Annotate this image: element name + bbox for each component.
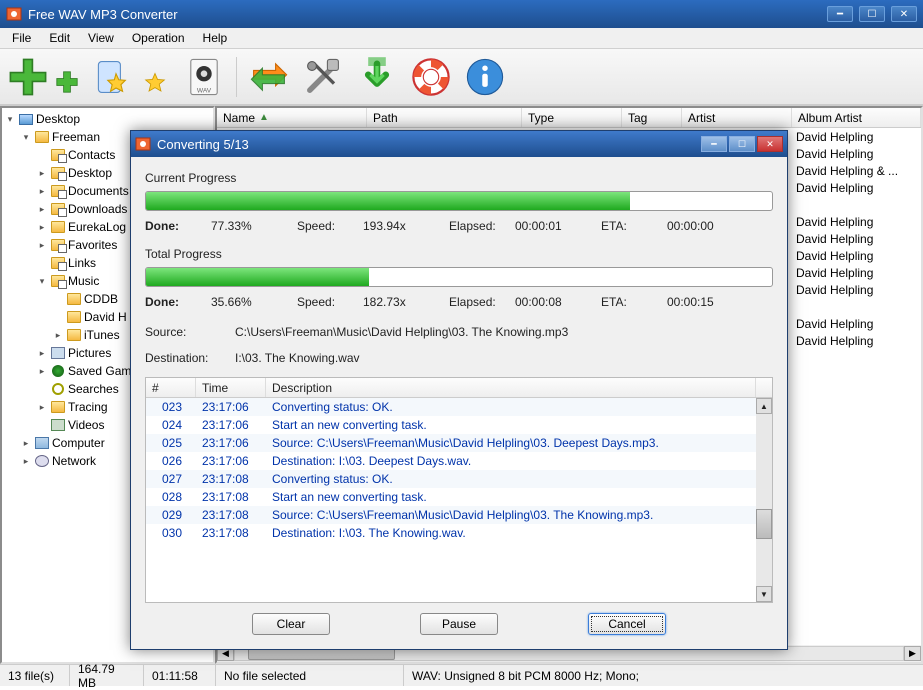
status-selection: No file selected	[216, 665, 404, 686]
tree-label: Freeman	[52, 130, 100, 144]
status-filecount: 13 file(s)	[0, 665, 70, 686]
app-title: Free WAV MP3 Converter	[28, 7, 827, 22]
source-value: C:\Users\Freeman\Music\David Helpling\03…	[235, 325, 773, 339]
col-name[interactable]: Name▲	[217, 108, 367, 127]
main-titlebar: Free WAV MP3 Converter ━ ☐ ✕	[0, 0, 923, 28]
scroll-down-icon[interactable]: ▼	[756, 586, 772, 602]
download-icon[interactable]	[355, 55, 399, 99]
value-speed: 193.94x	[363, 219, 443, 233]
cancel-button[interactable]: Cancel	[588, 613, 666, 635]
log-col-desc[interactable]: Description	[266, 378, 756, 397]
pause-button[interactable]: Pause	[420, 613, 498, 635]
menu-help[interactable]: Help	[195, 29, 236, 47]
total-progress-label: Total Progress	[145, 247, 773, 261]
converting-dialog: Converting 5/13 ━ ☐ ✕ Current Progress D…	[130, 130, 788, 650]
svg-text:WAV: WAV	[197, 87, 212, 94]
label-eta: ETA:	[601, 219, 661, 233]
log-col-num[interactable]: #	[146, 378, 196, 397]
col-type[interactable]: Type	[522, 108, 622, 127]
help-lifesaver-icon[interactable]	[409, 55, 453, 99]
wav-file-icon[interactable]: WAV	[182, 55, 226, 99]
label-elapsed: Elapsed:	[449, 219, 509, 233]
destination-label: Destination:	[145, 351, 235, 365]
app-icon	[6, 6, 22, 22]
col-artist[interactable]: Artist	[682, 108, 792, 127]
status-format: WAV: Unsigned 8 bit PCM 8000 Hz; Mono;	[404, 665, 923, 686]
dialog-close-button[interactable]: ✕	[757, 136, 783, 152]
log-row[interactable]: 02423:17:06Start an new converting task.	[146, 416, 756, 434]
log-row[interactable]: 02723:17:08Converting status: OK.	[146, 470, 756, 488]
col-path[interactable]: Path	[367, 108, 522, 127]
total-progress-bar	[145, 267, 773, 287]
toolbar: WAV	[0, 49, 923, 105]
log-row[interactable]: 02623:17:06Destination: I:\03. Deepest D…	[146, 452, 756, 470]
value-done: 77.33%	[211, 219, 291, 233]
log-row[interactable]: 02923:17:08Source: C:\Users\Freeman\Musi…	[146, 506, 756, 524]
log-row[interactable]: 02823:17:08Start an new converting task.	[146, 488, 756, 506]
menu-view[interactable]: View	[80, 29, 122, 47]
menu-file[interactable]: File	[4, 29, 39, 47]
scroll-right-icon[interactable]: ▶	[904, 646, 921, 661]
add-small-icon[interactable]	[50, 65, 84, 99]
scroll-up-icon[interactable]: ▲	[756, 398, 772, 414]
statusbar: 13 file(s) 164.79 MB 01:11:58 No file se…	[0, 664, 923, 686]
sort-arrow-icon: ▲	[259, 112, 269, 123]
log-row[interactable]: 02323:17:06Converting status: OK.	[146, 398, 756, 416]
current-progress-stats: Done: 77.33% Speed: 193.94x Elapsed: 00:…	[145, 219, 773, 233]
dialog-title: Converting 5/13	[157, 137, 701, 152]
dialog-icon	[135, 136, 151, 152]
tree-desktop[interactable]: ▾ Desktop	[4, 110, 211, 128]
current-progress-bar	[145, 191, 773, 211]
log-col-time[interactable]: Time	[196, 378, 266, 397]
destination-value: I:\03. The Knowing.wav	[235, 351, 773, 365]
value-eta: 00:00:00	[667, 219, 747, 233]
col-tag[interactable]: Tag	[622, 108, 682, 127]
value-elapsed: 00:00:01	[515, 219, 595, 233]
dialog-minimize-button[interactable]: ━	[701, 136, 727, 152]
convert-icon[interactable]	[247, 55, 291, 99]
current-progress-label: Current Progress	[145, 171, 773, 185]
dialog-maximize-button[interactable]: ☐	[729, 136, 755, 152]
log-row[interactable]: 02523:17:06Source: C:\Users\Freeman\Musi…	[146, 434, 756, 452]
total-progress-stats: Done: 35.66% Speed: 182.73x Elapsed: 00:…	[145, 295, 773, 309]
status-size: 164.79 MB	[70, 665, 144, 686]
clear-button[interactable]: Clear	[252, 613, 330, 635]
label-done: Done:	[145, 219, 205, 233]
col-album-artist[interactable]: Album Artist	[792, 108, 921, 127]
folder-favorite-small-icon[interactable]	[138, 65, 172, 99]
log-row[interactable]: 03023:17:08Destination: I:\03. The Knowi…	[146, 524, 756, 542]
close-button[interactable]: ✕	[891, 6, 917, 22]
maximize-button[interactable]: ☐	[859, 6, 885, 22]
minimize-button[interactable]: ━	[827, 6, 853, 22]
list-header: Name▲ Path Type Tag Artist Album Artist	[217, 108, 921, 128]
dialog-titlebar[interactable]: Converting 5/13 ━ ☐ ✕	[131, 131, 787, 157]
log-header: # Time Description	[146, 378, 772, 398]
label-speed: Speed:	[297, 219, 357, 233]
info-icon[interactable]	[463, 55, 507, 99]
add-big-icon[interactable]	[6, 55, 50, 99]
folder-favorite-icon[interactable]	[94, 55, 138, 99]
source-label: Source:	[145, 325, 235, 339]
menu-operation[interactable]: Operation	[124, 29, 193, 47]
log-body[interactable]: 02323:17:06Converting status: OK.02423:1…	[146, 398, 756, 602]
menubar: File Edit View Operation Help	[0, 28, 923, 49]
tree-label: Desktop	[36, 112, 80, 126]
log-scrollbar[interactable]: ▲ ▼	[756, 398, 772, 602]
log-table: # Time Description 02323:17:06Converting…	[145, 377, 773, 603]
menu-edit[interactable]: Edit	[41, 29, 78, 47]
settings-icon[interactable]	[301, 55, 345, 99]
status-duration: 01:11:58	[144, 665, 216, 686]
scroll-thumb[interactable]	[756, 509, 772, 539]
